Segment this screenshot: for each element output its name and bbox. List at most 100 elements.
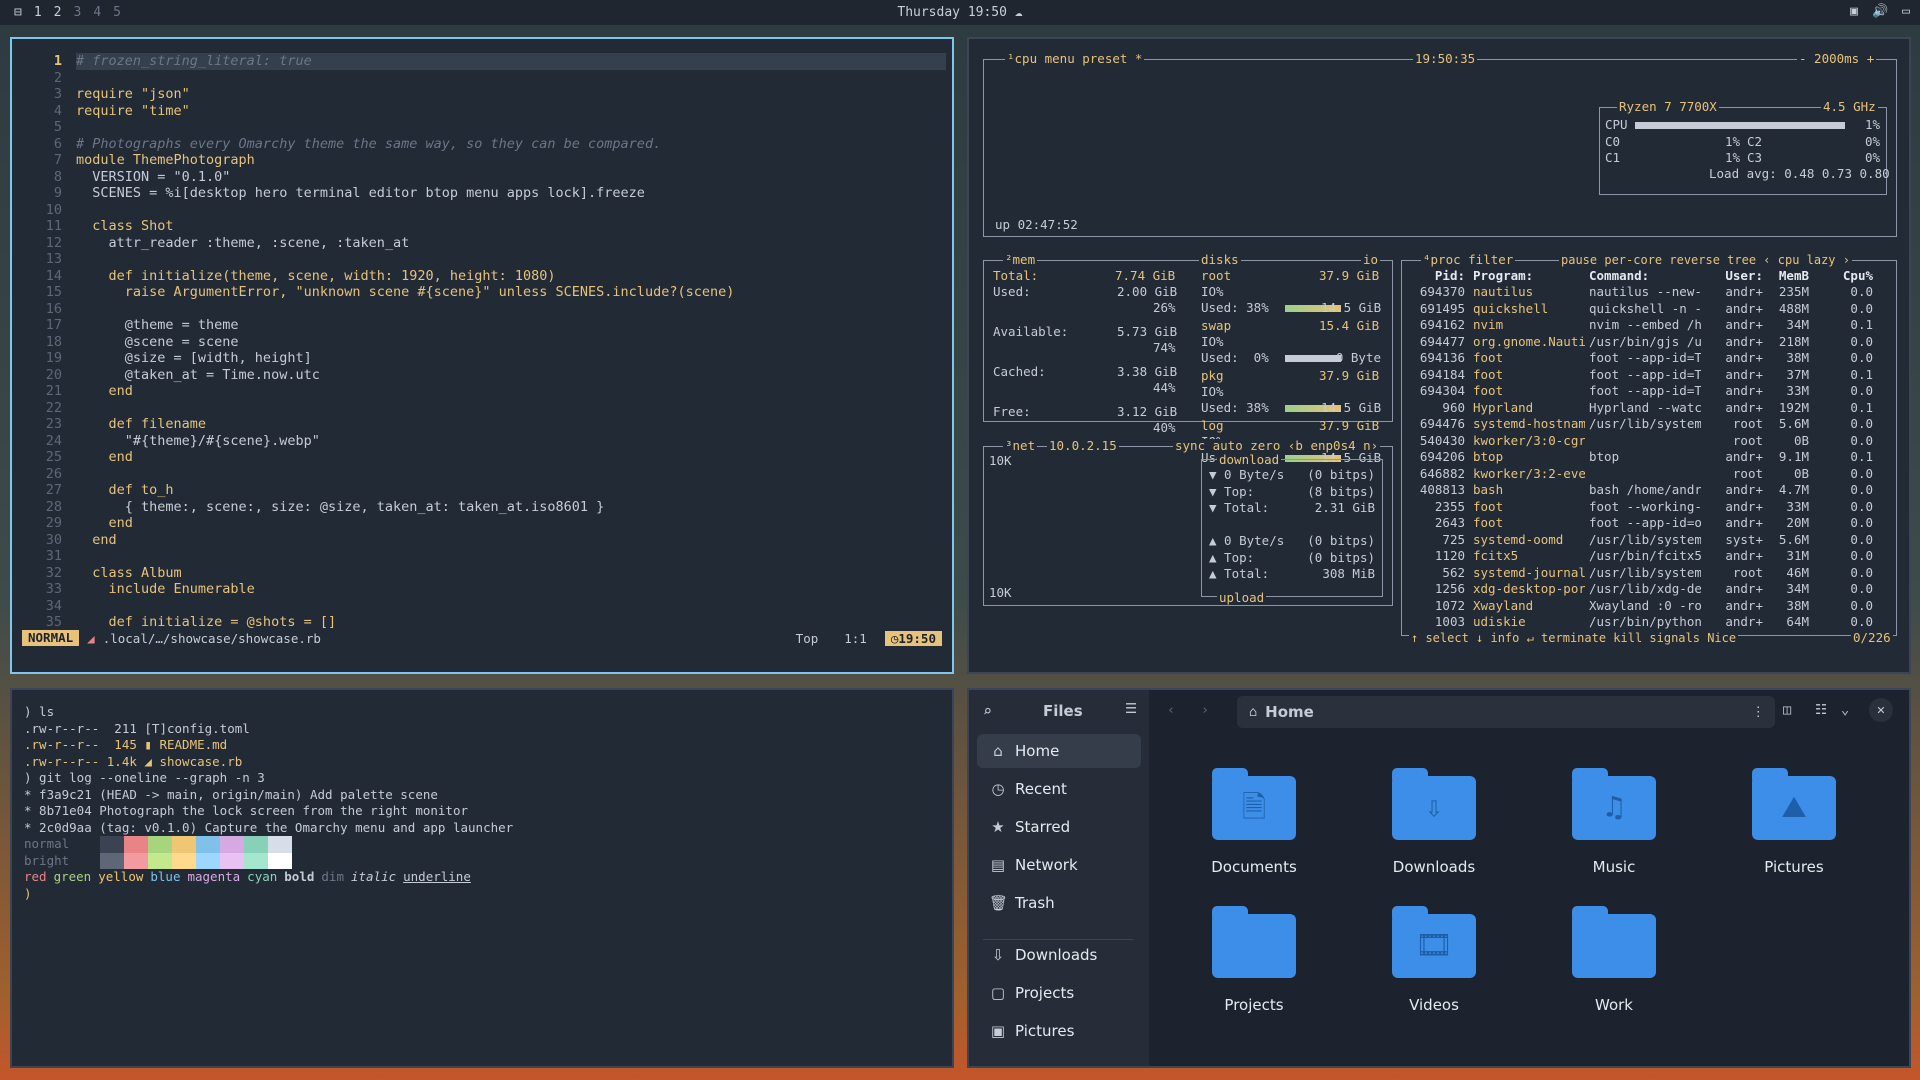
sidebar-item-trash[interactable]: 🗑 Trash [977,886,1141,920]
line-number: 23 [45,416,62,432]
proc-cell: andr+ [1725,284,1763,299]
proc-cell: andr+ [1725,515,1763,530]
palette-swatch [196,852,220,869]
launcher-icon[interactable]: ⊟ [14,5,22,20]
line-number: 13 [45,251,62,267]
workspace-5[interactable]: 5 [113,5,121,20]
proc-cell: 0.0 [1850,597,1873,613]
sidebar-item-projects[interactable]: ▢ Projects [977,976,1141,1010]
proc-header[interactable]: MemB [1767,268,1809,285]
search-icon[interactable]: ⌕ [983,702,992,720]
mem-title[interactable]: ²mem [1003,253,1038,267]
code-line: class Album [76,564,182,581]
update-interval[interactable]: - 2000ms + [1797,52,1877,66]
code-area[interactable]: # frozen_string_literal: true require "js… [76,53,946,631]
folder-documents[interactable]: 🗎 Documents [1199,768,1309,876]
line-number: 5 [53,119,62,135]
workspace-1[interactable]: 1 [34,5,42,20]
proc-cell: foot --app-id=org. [1589,515,1701,530]
proc-cell: 2355 [1434,498,1465,514]
proc-title[interactable]: ⁴proc filter [1421,253,1516,267]
line-number: 3 [53,86,62,102]
core-c3: C3 [1747,150,1763,165]
sidebar-item-recent[interactable]: ◷ Recent [977,772,1141,806]
prompt[interactable]: ) [24,886,478,903]
proc-footer[interactable]: ↑ select ↓ info ↵ terminate kill signals… [1409,631,1739,645]
folder-projects[interactable]: Projects [1199,906,1309,1014]
folder-work[interactable]: Work [1559,906,1669,1014]
chevron-down-icon[interactable]: ⌄ [1841,702,1849,718]
volume-icon[interactable]: 🔊 [1872,4,1888,19]
editor-window[interactable]: 1 2 3 4 5 6 7 8 9 10 11 12 13 14 15 16 17 18 19 20 21 22 23 24 2… [10,37,954,674]
proc-cell: nautilus [1473,284,1534,299]
proc-header[interactable]: User: [1707,268,1763,285]
core-c2-pct: 0% [1865,134,1881,149]
net-title[interactable]: ³net [1003,439,1038,453]
location-menu-icon[interactable]: ⋮ [1752,704,1766,720]
sidebar-item-label: Recent [1015,780,1067,798]
sidebar-item-label: Starred [1015,818,1071,836]
location-bar[interactable]: ⌂ Home ⋮ [1237,696,1775,728]
proc-header[interactable]: Cpu% [1809,268,1873,285]
view-list-icon[interactable]: ☷ [1815,702,1827,718]
code-line: @taken_at = Time.now.utc [76,366,320,383]
folder-videos[interactable]: 🎞 Videos [1379,906,1489,1014]
sidebar-item-network[interactable]: ▤ Network [977,848,1141,882]
proc-cell: root [1732,416,1763,431]
sidebar-item-downloads[interactable]: ⇩ Downloads [977,938,1141,972]
proc-cell: 37M [1786,366,1809,382]
palette-normal-label: normal [24,836,70,851]
sidebar-item-pictures[interactable]: ▣ Pictures [977,1014,1141,1048]
btop-window[interactable]: ¹cpu menu preset * 19:50:35 - 2000ms + u… [967,37,1911,674]
monitor-icon[interactable]: ▭ [1902,4,1910,19]
sidebar-item-starred[interactable]: ★ Starred [977,810,1141,844]
folder-music[interactable]: ♫ Music [1559,768,1669,876]
workspace-2[interactable]: 2 [54,5,62,20]
proc-cell: xdg-desktop-por [1473,581,1585,596]
sidebar-item-home[interactable]: ⌂ Home [977,734,1141,768]
forward-icon[interactable]: › [1201,702,1209,718]
code-line: # frozen_string_literal: true [76,53,946,70]
proc-header[interactable]: Pid: [1409,268,1465,285]
proc-cell: andr+ [1725,614,1763,629]
cpu-tabs[interactable]: ¹cpu menu preset * [1005,52,1145,66]
io-toggle[interactable]: io [1361,253,1381,267]
terminal-line: .rw-r--r-- 1.4k ◢ showcase.rb [24,753,243,769]
line-number: 10 [45,201,62,218]
proc-cell: /usr/lib/systemd/s [1589,564,1701,580]
core-c3-pct: 0% [1865,150,1881,165]
disk-used: Used: 0% [1201,350,1269,365]
proc-cell: andr+ [1725,581,1763,596]
net-down-value: (8 bitps) [1307,483,1375,499]
folder-downloads[interactable]: ⇩ Downloads [1379,768,1489,876]
proc-header[interactable]: Program: [1473,268,1585,285]
close-icon[interactable]: ✕ [1869,698,1893,722]
proc-options[interactable]: pause per-core reverse tree ‹ cpu lazy › [1559,253,1852,267]
proc-cell: foot [1473,515,1504,530]
palette-swatch [196,836,220,853]
clock[interactable]: Thursday 19:50 [897,5,1007,20]
folder-pictures[interactable]: ⛰ Pictures [1739,768,1849,876]
files-window[interactable]: ⌕ Files ☰ ⌂ Home ◷ Recent ★ Starred ▤ Network 🗑 T… [967,688,1911,1068]
folder-label: Videos [1409,996,1459,1014]
sidebar-item-label: Projects [1015,984,1075,1002]
proc-header[interactable]: Command: [1589,268,1701,285]
sidebar-menu-icon[interactable]: ☰ [1125,701,1137,717]
sidebar-divider [983,939,1133,940]
back-icon[interactable]: ‹ [1167,702,1175,718]
line-number: 4 [53,102,62,119]
terminal-output[interactable]: ) ls .rw-r--r-- 211 [T]config.toml .rw-r--… [24,704,513,836]
proc-cell: udiskie [1473,614,1526,629]
net-options[interactable]: sync auto zero ‹b enp0s4 n› [1173,439,1381,453]
camera-icon[interactable]: ◫ [1783,702,1791,718]
proc-cell: Hyprland --watchdo [1589,399,1701,415]
screen-icon[interactable]: ▣ [1850,4,1858,19]
line-number: 7 [53,152,62,168]
workspace-4[interactable]: 4 [93,5,101,20]
workspace-3[interactable]: 3 [73,5,81,20]
proc-cell: 725 [1442,531,1465,547]
palette-swatch [100,852,124,869]
terminal-window[interactable]: ) ls .rw-r--r-- 211 [T]config.toml .rw-r--… [10,688,954,1068]
